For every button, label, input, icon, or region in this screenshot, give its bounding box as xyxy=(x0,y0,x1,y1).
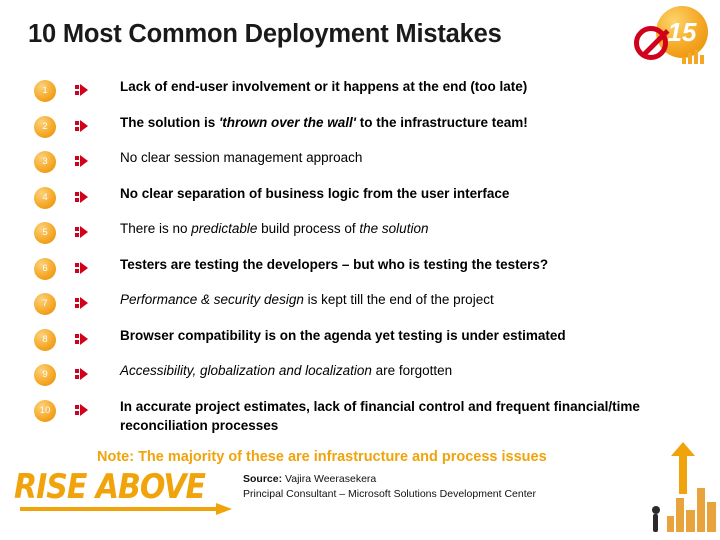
bullet-arrow-icon xyxy=(75,190,89,205)
list-item-number-badge: 9 xyxy=(34,364,56,386)
list-item-number-badge: 3 xyxy=(34,151,56,173)
list-item-text: No clear session management approach xyxy=(120,150,363,165)
list-item-number-badge: 4 xyxy=(34,186,56,209)
source-name: Vajira Weerasekera xyxy=(285,473,377,485)
bullet-arrow-icon xyxy=(75,368,89,382)
list-item: 8 Browser compatibility is on the agenda … xyxy=(34,321,694,357)
list-item-text: There is no predictable build process of… xyxy=(120,221,429,236)
list-item-text: The solution is 'thrown over the wall' t… xyxy=(120,114,528,130)
source-role: Principal Consultant – Microsoft Solutio… xyxy=(243,487,536,500)
list-item: 7 Performance & security design is kept t… xyxy=(34,285,694,321)
page-title: 10 Most Common Deployment Mistakes xyxy=(28,20,502,48)
list-item: 2 The solution is 'thrown over the wall' … xyxy=(34,108,694,144)
list-item-text: Testers are testing the developers – but… xyxy=(120,256,549,272)
bullet-arrow-icon xyxy=(75,155,89,169)
arrow-up-icon xyxy=(668,442,698,494)
rise-above-wordmark: RISE ABOVE xyxy=(14,468,236,515)
bullet-arrow-icon xyxy=(75,226,89,240)
bullet-arrow-icon xyxy=(75,84,89,98)
list-item-number-badge: 1 xyxy=(34,80,56,102)
arrow-right-icon xyxy=(20,502,232,515)
note-text: Note: The majority of these are infrastr… xyxy=(97,449,547,465)
list-item-number-badge: 6 xyxy=(34,257,56,280)
list-item-text: Lack of end-user involvement or it happe… xyxy=(120,79,528,94)
list-item: 10 In accurate project estimates, lack of… xyxy=(34,392,694,435)
bullet-arrow-icon xyxy=(75,261,89,276)
logo-bars-icon xyxy=(682,50,710,64)
list-item: 4 No clear separation of business logic f… xyxy=(34,179,694,215)
list-item-number-badge: 5 xyxy=(34,222,56,244)
list-item-number-badge: 2 xyxy=(34,115,56,138)
list-item-text: Browser compatibility is on the agenda y… xyxy=(120,327,566,343)
bullet-arrow-icon xyxy=(75,297,89,311)
bullet-arrow-icon xyxy=(75,403,89,418)
list-item: 1 Lack of end-user involvement or it happ… xyxy=(34,72,694,108)
list-item-number-badge: 8 xyxy=(34,328,56,351)
list-item-text: Accessibility, globalization and localiz… xyxy=(120,363,453,378)
list-item: 5 There is no predictable build process o… xyxy=(34,214,694,250)
list-item-text: No clear separation of business logic fr… xyxy=(120,185,510,201)
source-block: Source: Vajira Weerasekera Principal Con… xyxy=(243,472,536,501)
list-item-number-badge: 10 xyxy=(34,399,56,422)
list-item-text: Performance & security design is kept ti… xyxy=(120,292,494,307)
list-item: 9 Accessibility, globalization and locali… xyxy=(34,356,694,392)
list-item: 3 No clear session management approach xyxy=(34,143,694,179)
logo-cluster: 15 xyxy=(626,4,712,66)
source-label: Source: xyxy=(243,473,283,485)
bullet-arrow-icon xyxy=(75,332,89,347)
list-item-number-badge: 7 xyxy=(34,293,56,315)
city-graphic xyxy=(600,440,720,540)
list-item-text: In accurate project estimates, lack of f… xyxy=(120,398,640,433)
mistakes-list: 1 Lack of end-user involvement or it happ… xyxy=(34,72,694,435)
prohibition-icon xyxy=(634,26,668,60)
bullet-arrow-icon xyxy=(75,119,89,134)
list-item: 6 Testers are testing the developers – bu… xyxy=(34,250,694,286)
